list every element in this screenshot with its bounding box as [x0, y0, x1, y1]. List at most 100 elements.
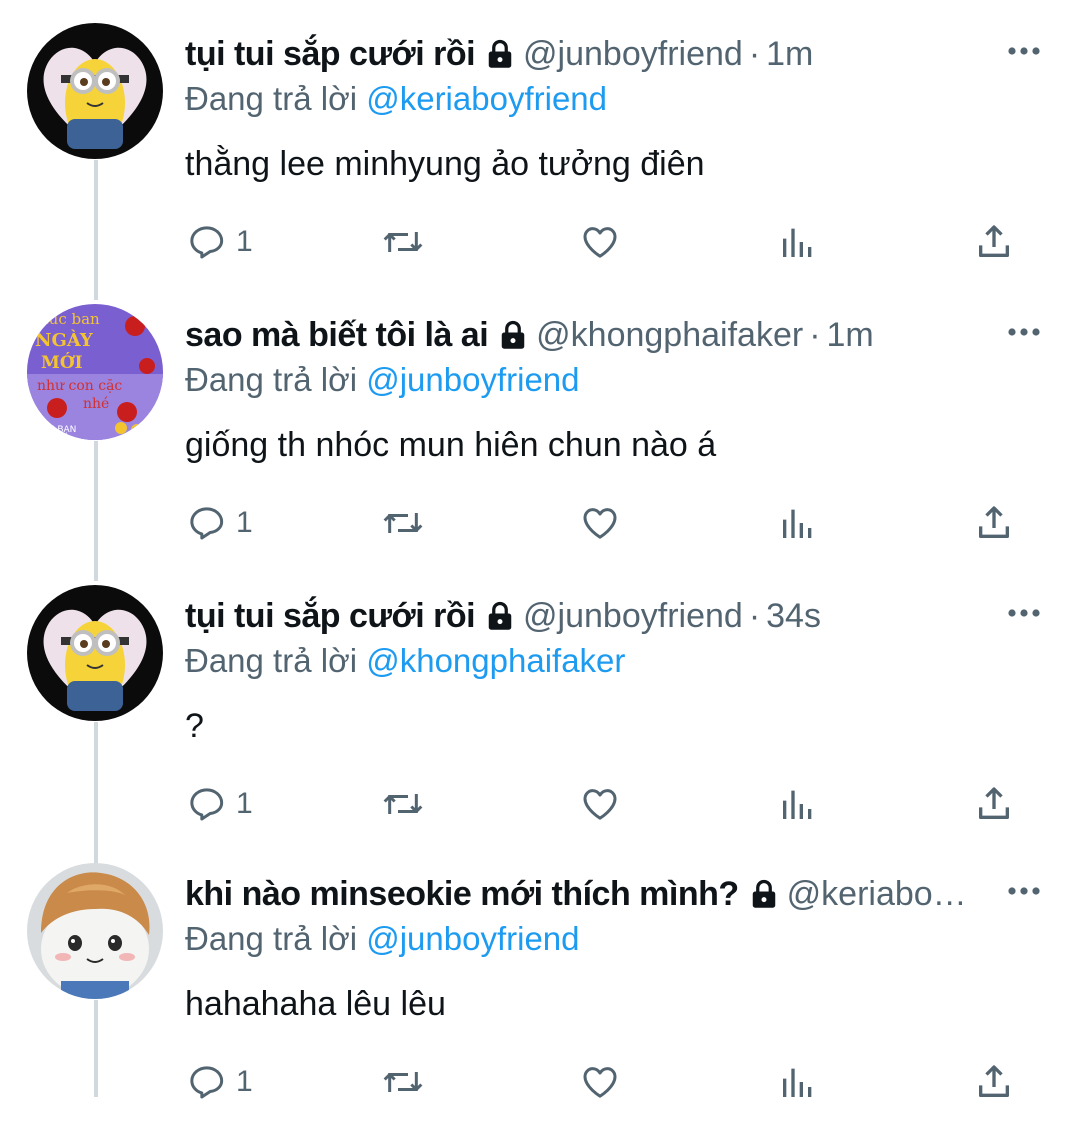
retweet-icon — [383, 232, 423, 252]
lock-icon — [485, 32, 515, 80]
svg-text:nhé: nhé — [83, 396, 109, 412]
more-icon[interactable] — [1004, 598, 1044, 628]
reply-button[interactable]: 1 — [186, 776, 253, 832]
retweet-button[interactable] — [381, 776, 425, 832]
svg-text:như con cặc: như con cặc — [37, 378, 122, 394]
views-icon — [783, 790, 812, 819]
action-bar: 1 — [0, 776, 1080, 832]
retweet-icon — [383, 1072, 423, 1092]
mention-link[interactable]: @keriaboyfriend — [366, 80, 607, 117]
views-icon — [783, 228, 812, 257]
tweet[interactable]: tụi tui sắp cưới rồi @junboyfriend · 1m Đan… — [0, 0, 1080, 281]
views-button[interactable] — [778, 214, 818, 270]
minion-avatar[interactable] — [27, 23, 163, 159]
share-button[interactable] — [974, 776, 1014, 832]
roses-avatar[interactable]: húc ban NGÀY MỚI như con cặc nhé ME BẠN — [27, 304, 163, 440]
retweet-button[interactable] — [381, 495, 425, 551]
separator-dot: · — [809, 316, 821, 354]
svg-text:NGÀY: NGÀY — [35, 328, 94, 351]
action-bar: 1 — [0, 214, 1080, 270]
action-bar: 1 — [0, 495, 1080, 551]
timestamp[interactable]: 1m — [827, 316, 874, 354]
share-button[interactable] — [974, 495, 1014, 551]
reply-count: 1 — [236, 787, 253, 820]
svg-text:húc ban: húc ban — [39, 310, 100, 328]
reply-count: 1 — [236, 225, 253, 258]
views-icon — [783, 1068, 812, 1097]
reply-button[interactable]: 1 — [186, 214, 253, 270]
share-button[interactable] — [974, 1054, 1014, 1110]
user-handle[interactable]: @khongphaifaker — [536, 316, 803, 354]
user-handle[interactable]: @keriabo… — [787, 875, 967, 913]
tweet-header: sao mà biết tôi là ai @khongphaifaker · 1m — [185, 309, 985, 361]
like-button[interactable] — [580, 214, 620, 270]
share-icon — [979, 225, 1009, 257]
user-handle[interactable]: @junboyfriend — [523, 35, 743, 73]
more-icon[interactable] — [1004, 317, 1044, 347]
retweet-icon — [383, 794, 423, 814]
tweet-text: thằng lee minhyung ảo tưởng điên — [185, 145, 705, 183]
replying-to-label: Đang trả lời — [185, 642, 358, 679]
like-icon — [583, 789, 617, 820]
display-name[interactable]: tụi tui sắp cưới rồi — [185, 597, 476, 635]
mention-link[interactable]: @junboyfriend — [366, 361, 579, 398]
display-name[interactable]: sao mà biết tôi là ai — [185, 316, 489, 354]
mention-link[interactable]: @khongphaifaker — [366, 642, 625, 679]
share-button[interactable] — [974, 214, 1014, 270]
more-icon[interactable] — [1004, 876, 1044, 906]
minion-avatar[interactable] — [27, 585, 163, 721]
tweet[interactable]: khi nào minseokie mới thích mình? @keriab… — [0, 840, 1080, 1121]
reply-count: 1 — [236, 506, 253, 539]
tweet-text: ? — [185, 707, 204, 745]
svg-text:MỚI: MỚI — [41, 352, 83, 373]
timestamp[interactable]: 1m — [766, 35, 813, 73]
reply-button[interactable]: 1 — [186, 1054, 253, 1110]
plush-doll-avatar[interactable] — [27, 863, 163, 999]
retweet-button[interactable] — [381, 1054, 425, 1110]
share-icon — [979, 506, 1009, 538]
like-button[interactable] — [580, 776, 620, 832]
user-handle[interactable]: @junboyfriend — [523, 597, 743, 635]
timestamp[interactable]: 34s — [766, 597, 821, 635]
retweet-icon — [383, 513, 423, 533]
like-icon — [583, 227, 617, 258]
reply-button[interactable]: 1 — [186, 495, 253, 551]
lock-icon — [485, 594, 515, 642]
replying-to: Đang trả lời @junboyfriend — [185, 357, 580, 403]
tweet-text: giống th nhóc mun hiên chun nào á — [185, 426, 717, 464]
display-name[interactable]: tụi tui sắp cưới rồi — [185, 35, 476, 73]
like-button[interactable] — [580, 1054, 620, 1110]
share-icon — [979, 787, 1009, 819]
reply-icon — [190, 226, 224, 259]
replying-to: Đang trả lời @junboyfriend — [185, 916, 580, 962]
share-icon — [979, 1065, 1009, 1097]
replying-to-label: Đang trả lời — [185, 80, 358, 117]
tweet-text: hahahaha lêu lêu — [185, 985, 446, 1023]
replying-to-label: Đang trả lời — [185, 361, 358, 398]
more-icon[interactable] — [1004, 36, 1044, 66]
separator-dot: · — [748, 597, 761, 635]
views-button[interactable] — [778, 776, 818, 832]
replying-to-label: Đang trả lời — [185, 920, 358, 957]
like-icon — [583, 508, 617, 539]
lock-icon — [749, 872, 779, 920]
views-button[interactable] — [778, 495, 818, 551]
tweet[interactable]: tụi tui sắp cưới rồi @junboyfriend · 34s Đa… — [0, 562, 1080, 843]
action-bar: 1 — [0, 1054, 1080, 1110]
separator-dot: · — [748, 35, 761, 73]
display-name[interactable]: khi nào minseokie mới thích mình? — [185, 875, 739, 913]
tweet-header: tụi tui sắp cưới rồi @junboyfriend · 1m — [185, 28, 985, 80]
replying-to: Đang trả lời @keriaboyfriend — [185, 76, 607, 122]
mention-link[interactable]: @junboyfriend — [366, 920, 579, 957]
tweet-header: khi nào minseokie mới thích mình? @keriab… — [185, 868, 985, 920]
views-button[interactable] — [778, 1054, 818, 1110]
svg-text:ME BẠN: ME BẠN — [41, 425, 76, 435]
reply-count: 1 — [236, 1065, 253, 1098]
retweet-button[interactable] — [381, 214, 425, 270]
views-icon — [783, 509, 812, 538]
tweet[interactable]: húc ban NGÀY MỚI như con cặc nhé ME BẠN … — [0, 281, 1080, 562]
like-button[interactable] — [580, 495, 620, 551]
lock-icon — [498, 313, 528, 361]
replying-to: Đang trả lời @khongphaifaker — [185, 638, 625, 684]
reply-icon — [190, 1066, 224, 1099]
